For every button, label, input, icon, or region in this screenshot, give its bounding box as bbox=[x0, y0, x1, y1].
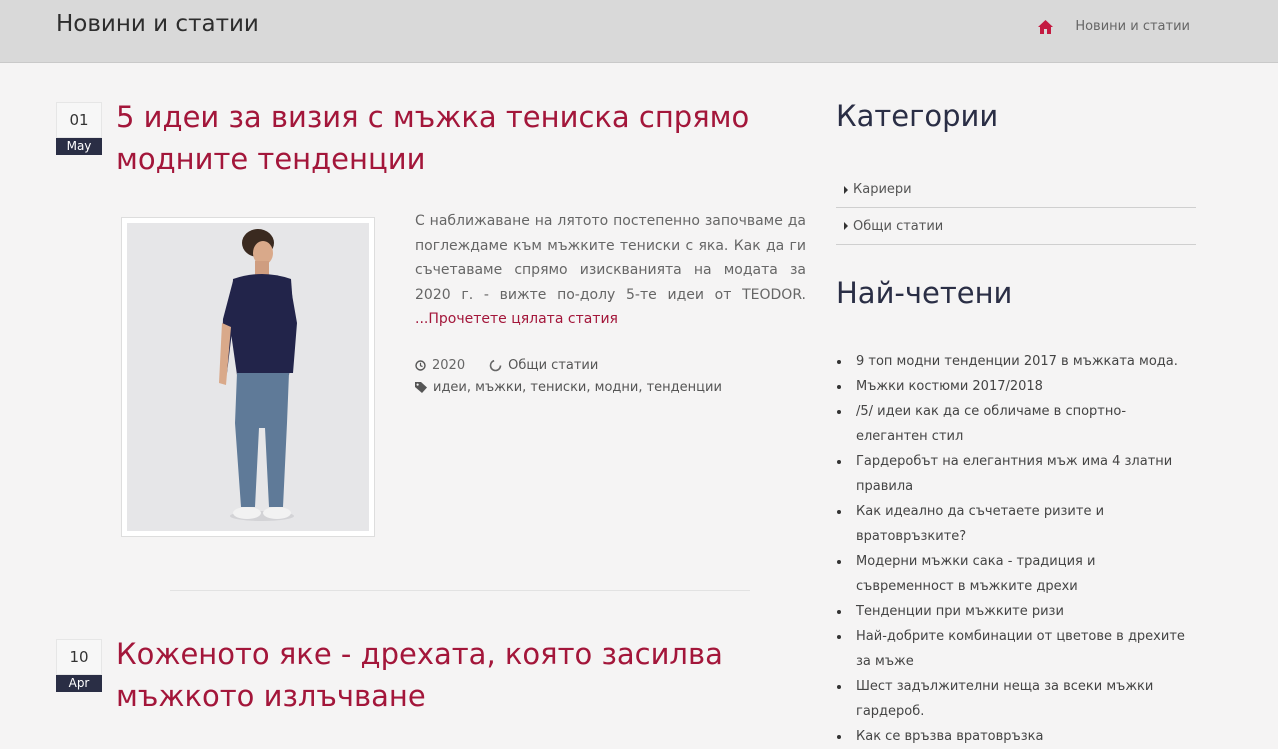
popular-list: 9 топ модни тенденции 2017 в мъжката мод… bbox=[836, 349, 1196, 749]
category-label: Кариери bbox=[853, 182, 912, 197]
popular-link[interactable]: Модерни мъжки сака - традиция и съвремен… bbox=[856, 549, 1196, 599]
popular-item[interactable]: Гардеробът на елегантния мъж има 4 златн… bbox=[836, 449, 1196, 499]
post-divider bbox=[170, 590, 750, 591]
category-label: Общи статии bbox=[853, 218, 944, 234]
popular-item[interactable]: Шест задължителни неща за всеки мъжки га… bbox=[836, 674, 1196, 724]
article-thumbnail[interactable] bbox=[121, 217, 375, 537]
popular-link[interactable]: Най-добрите комбинации от цветове в дрех… bbox=[856, 624, 1196, 674]
popular-item[interactable]: 9 топ модни тенденции 2017 в мъжката мод… bbox=[836, 349, 1196, 374]
breadcrumb: Новини и статии bbox=[1038, 19, 1190, 34]
popular-item[interactable]: Как идеално да съчетаете ризите и вратов… bbox=[836, 499, 1196, 549]
categories-list: Кариери Общи статии bbox=[836, 172, 1196, 245]
page-title: Новини и статии bbox=[56, 11, 259, 37]
popular-link[interactable]: Гардеробът на елегантния мъж има 4 златн… bbox=[856, 449, 1196, 499]
article: 10 Apr Коженото яке - дрехата, която зас… bbox=[56, 637, 796, 749]
clock-icon bbox=[415, 359, 426, 371]
home-icon[interactable] bbox=[1038, 19, 1054, 34]
popular-heading: Най-четени bbox=[836, 276, 1013, 310]
popular-link[interactable]: Как се връзва вратовръзка bbox=[856, 724, 1196, 749]
article-category[interactable]: Общи статии bbox=[508, 358, 598, 373]
popular-item[interactable]: Най-добрите комбинации от цветове в дрех… bbox=[836, 624, 1196, 674]
article: 01 May 5 идеи за визия с мъжка тениска с… bbox=[56, 100, 806, 572]
date-day: 10 bbox=[56, 639, 102, 675]
popular-link[interactable]: Шест задължителни неща за всеки мъжки га… bbox=[856, 674, 1196, 724]
caret-right-icon bbox=[844, 222, 848, 230]
popular-link[interactable]: /5/ идеи как да се обличаме в спортно-ел… bbox=[856, 399, 1196, 449]
date-badge: 01 May bbox=[56, 102, 102, 155]
page-header: Новини и статии Новини и статии bbox=[0, 0, 1278, 63]
article-year: 2020 bbox=[432, 357, 466, 373]
article-title[interactable]: 5 идеи за визия с мъжка тениска спрямо м… bbox=[116, 96, 806, 180]
popular-item[interactable]: Как се връзва вратовръзка bbox=[836, 724, 1196, 749]
breadcrumb-current: Новини и статии bbox=[1075, 19, 1190, 34]
meta-date-category: 2020 Общи статии bbox=[415, 354, 815, 376]
date-badge: 10 Apr bbox=[56, 639, 102, 692]
popular-link[interactable]: Тенденции при мъжките ризи bbox=[856, 599, 1196, 624]
popular-item[interactable]: Модерни мъжки сака - традиция и съвремен… bbox=[836, 549, 1196, 599]
article-meta: 2020 Общи статии идеи, мъжки, тениски, м… bbox=[415, 354, 815, 398]
category-icon bbox=[489, 359, 502, 371]
excerpt-text: С наближаване на лятото постепенно започ… bbox=[415, 213, 806, 303]
popular-item[interactable]: Тенденции при мъжките ризи bbox=[836, 599, 1196, 624]
popular-item[interactable]: Мъжки костюми 2017/2018 bbox=[836, 374, 1196, 399]
meta-tags: идеи, мъжки, тениски, модни, тенденции bbox=[415, 376, 815, 398]
date-day: 01 bbox=[56, 102, 102, 138]
date-month: May bbox=[56, 138, 102, 155]
date-month: Apr bbox=[56, 675, 102, 692]
popular-link[interactable]: Мъжки костюми 2017/2018 bbox=[856, 374, 1196, 399]
caret-right-icon bbox=[844, 185, 848, 194]
categories-heading: Категории bbox=[836, 99, 999, 133]
article-title[interactable]: Коженото яке - дрехата, която засилва мъ… bbox=[116, 633, 806, 717]
category-item[interactable]: Общи статии bbox=[836, 208, 1196, 245]
category-item[interactable]: Кариери bbox=[836, 172, 1196, 208]
tag-icon bbox=[415, 381, 427, 393]
read-more-link[interactable]: ...Прочетете цялата статия bbox=[415, 311, 618, 327]
article-tags[interactable]: идеи, мъжки, тениски, модни, тенденции bbox=[433, 380, 722, 395]
popular-link[interactable]: Как идеално да съчетаете ризите и вратов… bbox=[856, 499, 1196, 549]
popular-link[interactable]: 9 топ модни тенденции 2017 в мъжката мод… bbox=[856, 349, 1196, 374]
article-excerpt: С наближаване на лятото постепенно започ… bbox=[415, 209, 806, 332]
article-photo bbox=[127, 223, 369, 531]
popular-item[interactable]: /5/ идеи как да се обличаме в спортно-ел… bbox=[836, 399, 1196, 449]
